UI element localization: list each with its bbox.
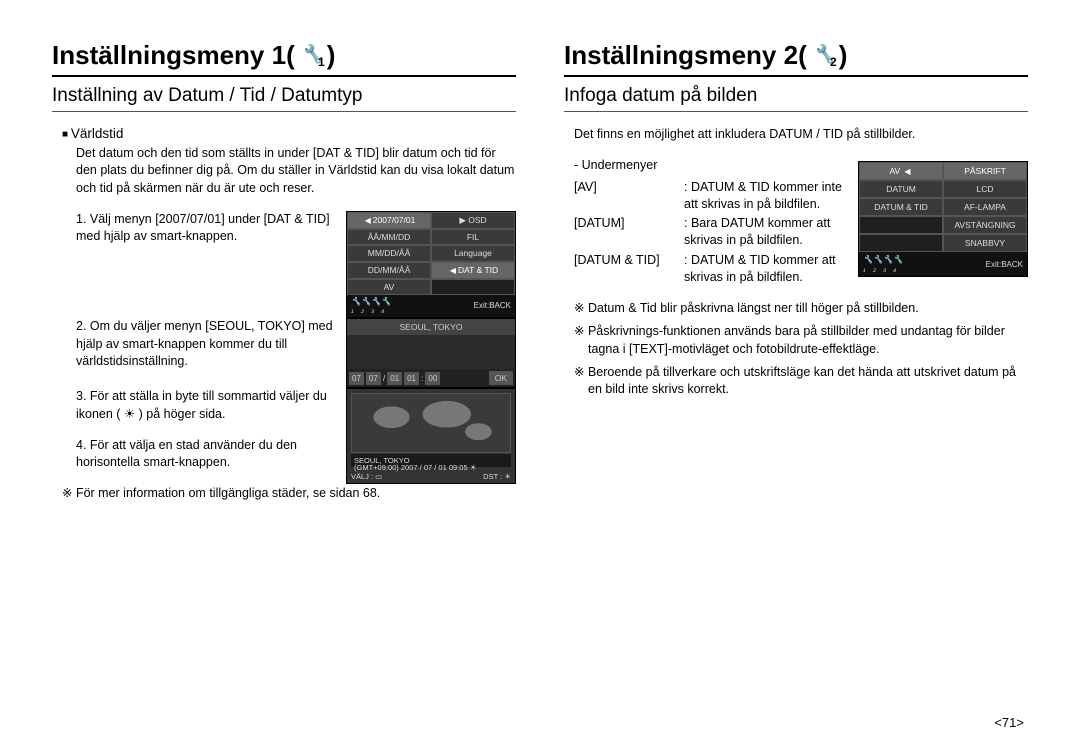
step4-text: 4. För att välja en stad använder du den… xyxy=(76,437,334,472)
step2-row: 2. Om du väljer menyn [SEOUL, TOKYO] med… xyxy=(76,318,516,388)
right-note-1: Datum & Tid blir påskrivna längst ner ti… xyxy=(574,300,1028,317)
step1-row: 1. Välj menyn [2007/07/01] under [DAT & … xyxy=(76,211,516,319)
right-heading-2: Infoga datum på bilden xyxy=(564,85,1028,112)
lcd-screenshot-map: SEOUL, TOKYO (GMT+09:00) 2007 / 07 / 01 … xyxy=(346,388,516,484)
left-heading-1: Inställningsmeny 1( 1 ) xyxy=(52,40,516,77)
step2-text: 2. Om du väljer menyn [SEOUL, TOKYO] med… xyxy=(76,318,334,370)
lcd-screenshot-2: SEOUL, TOKYO 07 07 / 01 01 : 00 OK xyxy=(346,318,516,388)
worldtime-subheading: Världstid xyxy=(62,126,516,141)
wrench-1-icon: 1 xyxy=(301,46,321,66)
right-note-3: Beroende på tillverkare och utskriftsläg… xyxy=(574,364,1028,399)
right-h1-text: Inställningsmeny 2( xyxy=(564,40,807,71)
page-number: <71> xyxy=(994,715,1024,730)
left-h1-text: Inställningsmeny 1( xyxy=(52,40,295,71)
lcd-screenshot-1: ◀2007/07/01 ▶ OSD ÅÅ/MM/DD FIL MM/DD/ÅÅ … xyxy=(346,211,516,319)
right-note-2: Påskrivnings-funktionen används bara på … xyxy=(574,323,1028,358)
right-column: Inställningsmeny 2( 2 ) Infoga datum på … xyxy=(564,40,1028,509)
right-heading-1: Inställningsmeny 2( 2 ) xyxy=(564,40,1028,77)
submenu-row-datetime: [DATUM & TID] : DATUM & TID kommer att s… xyxy=(574,252,848,287)
right-intro: Det finns en möjlighet att inkludera DAT… xyxy=(574,126,1028,143)
worldtime-intro: Det datum och den tid som ställts in und… xyxy=(76,145,516,197)
left-h1-close: ) xyxy=(327,40,336,71)
right-h1-close: ) xyxy=(839,40,848,71)
world-map-graphic xyxy=(351,393,511,453)
submenu-row-off: [AV] : DATUM & TID kommer inte att skriv… xyxy=(574,179,848,214)
wrench-2-icon: 2 xyxy=(813,46,833,66)
left-heading-2: Inställning av Datum / Tid / Datumtyp xyxy=(52,85,516,112)
step3-text: 3. För att ställa in byte till sommartid… xyxy=(76,388,334,423)
left-column: Inställningsmeny 1( 1 ) Inställning av D… xyxy=(52,40,516,509)
step34-row: 3. För att ställa in byte till sommartid… xyxy=(76,388,516,485)
lcd-screenshot-imprint: AV ◀ PÅSKRIFT DATUM LCD DATUM & TID AF-L… xyxy=(858,161,1028,277)
left-footnote: För mer information om tillgängliga städ… xyxy=(62,485,516,502)
submenu-row-date: [DATUM] : Bara DATUM kommer att skrivas … xyxy=(574,215,848,250)
step1-text: 1. Välj menyn [2007/07/01] under [DAT & … xyxy=(76,211,334,246)
